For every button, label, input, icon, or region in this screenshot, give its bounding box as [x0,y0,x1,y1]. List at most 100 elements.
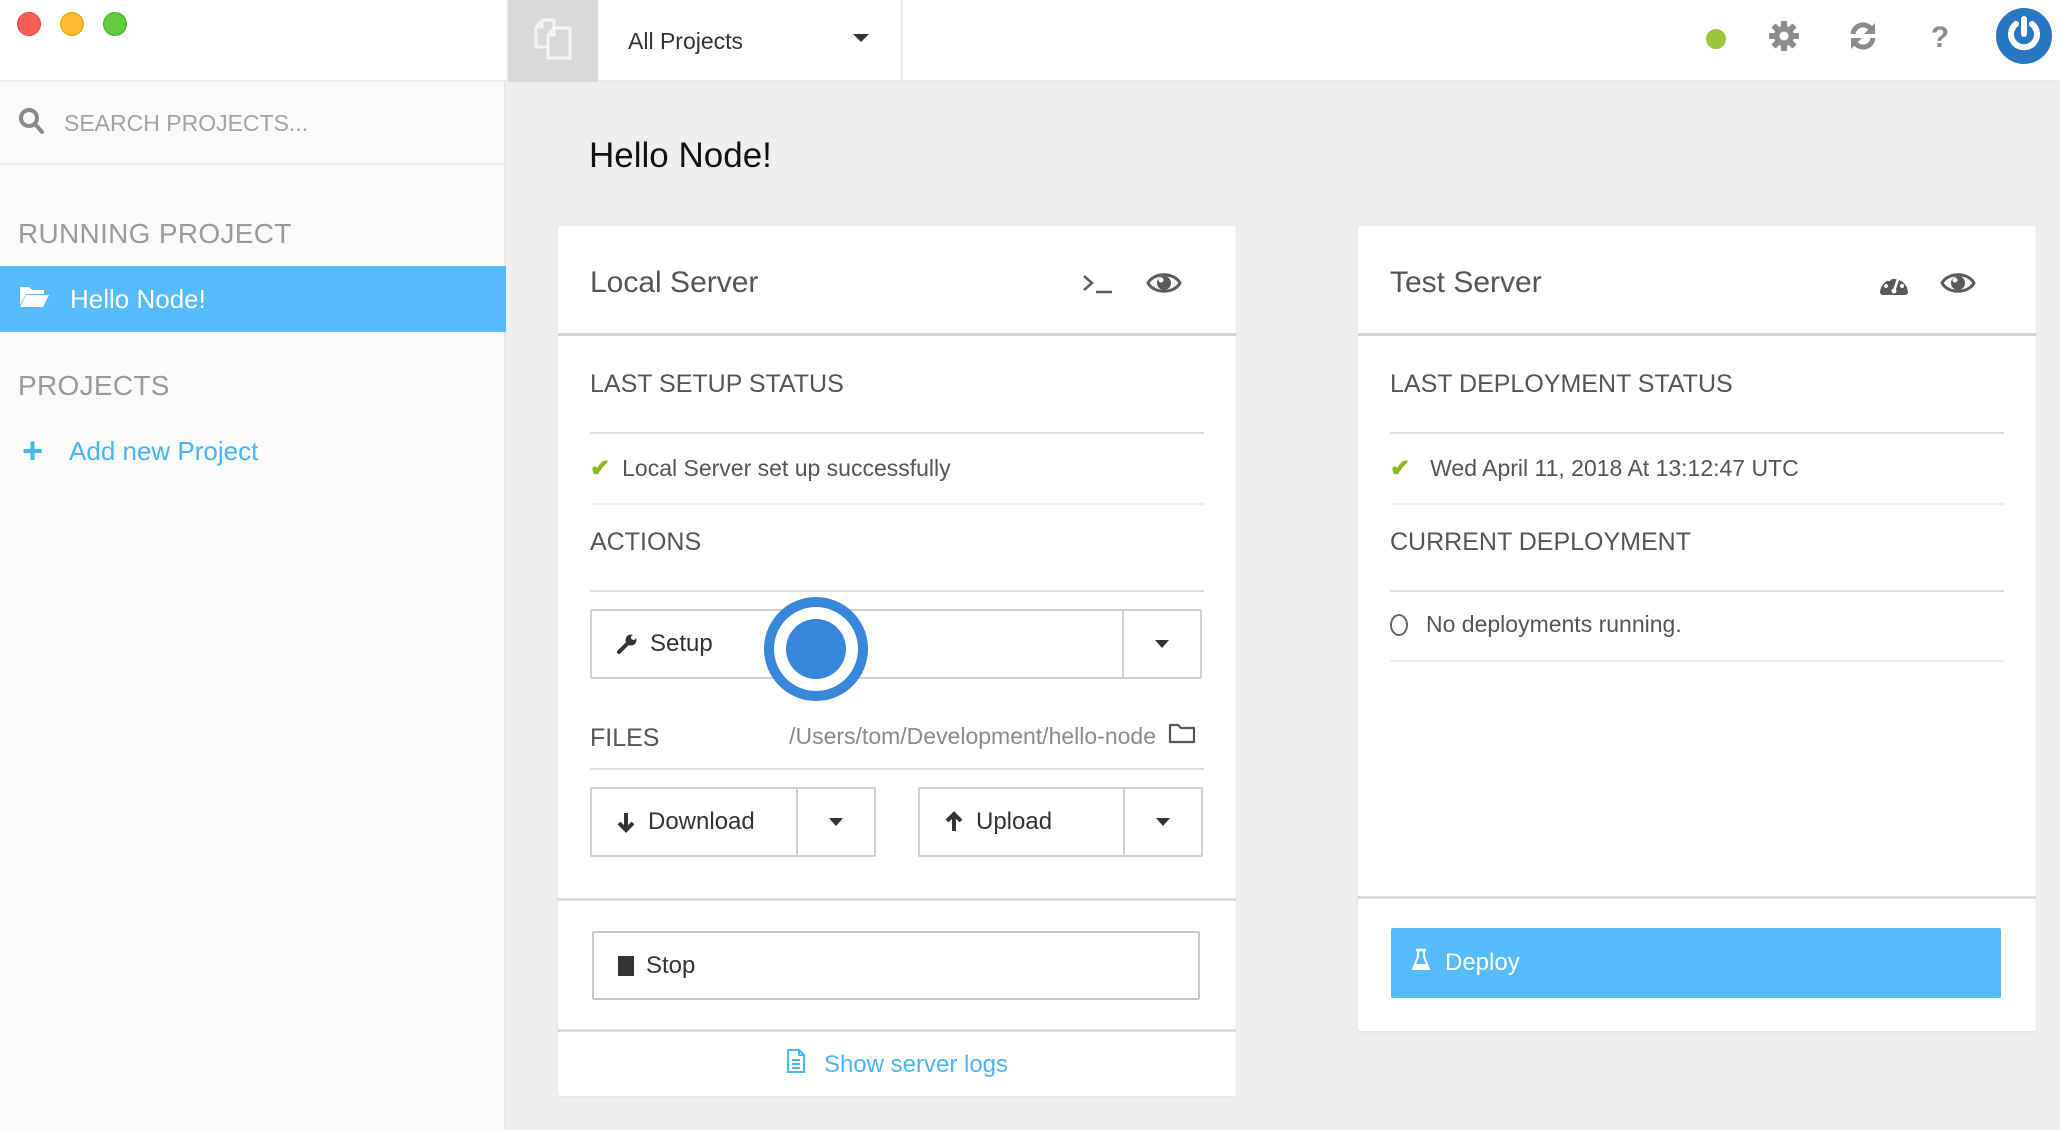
folder-icon [1156,722,1196,750]
power-button[interactable] [1996,8,2052,64]
divider [590,432,1204,434]
download-options-dropdown[interactable] [796,789,874,855]
terminal-icon [1081,271,1115,300]
last-deployment-status-heading: LAST DEPLOYMENT STATUS [1390,370,1733,398]
window-titlebar [0,0,506,82]
projects-toggle-button[interactable] [508,0,598,82]
last-setup-status-heading: LAST SETUP STATUS [590,370,844,398]
caret-down-icon [1155,640,1169,648]
divider [1390,660,2004,662]
setup-button-label: Setup [650,630,713,657]
projects-heading: PROJECTS [18,370,170,401]
checkmark-icon: ✔ [1390,455,1411,482]
files-heading: FILES [590,724,660,752]
upload-button-label: Upload [976,808,1053,835]
upload-button[interactable]: Upload [920,789,1123,855]
deploy-button-label: Deploy [1445,949,1520,976]
folder-open-icon [18,283,70,316]
add-new-project-link[interactable]: + Add new Project [22,433,258,469]
dashboard-icon [1878,269,1910,302]
test-server-dashboard-button[interactable] [1876,270,1912,300]
test-server-card-header: Test Server [1358,226,2036,336]
project-selector-dropdown[interactable]: All Projects [598,0,903,82]
local-server-view-button[interactable] [1146,270,1182,300]
divider [558,1029,1236,1032]
last-setup-status-text: Local Server set up successfully [622,455,951,481]
files-path-text: /Users/tom/Development/hello-node [789,722,1156,749]
eye-icon [1146,270,1182,301]
divider [558,898,1236,901]
circle-outline-icon [1390,613,1408,636]
connection-status-indicator [1706,29,1726,49]
window-maximize-button[interactable] [103,12,127,36]
divider [590,768,1204,770]
current-deployment-heading: CURRENT DEPLOYMENT [1390,528,1691,556]
sidebar: RUNNING PROJECT Hello Node! PROJECTS + A… [0,0,506,1130]
add-new-project-label: Add new Project [69,435,259,466]
chevron-down-icon [853,34,869,42]
stop-button[interactable]: Stop [592,931,1200,1000]
stop-button-label: Stop [646,951,696,979]
actions-heading: ACTIONS [590,528,702,556]
refresh-icon [1847,20,1879,57]
divider [1390,503,2004,505]
deploy-button[interactable]: Deploy [1391,928,2001,998]
flask-icon [1411,948,1445,979]
setup-button-group: Setup [590,609,1202,679]
plus-icon: + [22,430,44,471]
running-project-label: Hello Node! [70,283,206,314]
upload-button-group: Upload [918,787,1203,857]
wrench-icon [616,633,638,655]
document-icon [786,1048,824,1081]
caret-down-icon [829,818,843,826]
project-selector-value: All Projects [628,27,744,54]
caret-down-icon [1156,818,1170,826]
divider [1358,896,2036,899]
arrow-down-icon [616,811,636,833]
download-button-group: Download [590,787,876,857]
search-bar [0,83,506,165]
help-button[interactable]: ? [1922,20,1958,56]
refresh-button[interactable] [1845,20,1881,56]
gear-icon [1768,20,1800,57]
divider [1390,432,2004,434]
arrow-up-icon [944,811,964,833]
eye-icon [1940,270,1976,301]
search-projects-input[interactable] [64,109,464,137]
last-deployment-timestamp: Wed April 11, 2018 At 13:12:47 UTC [1430,455,1799,481]
download-button[interactable]: Download [592,789,796,855]
divider [1390,590,2004,592]
settings-button[interactable] [1766,20,1802,56]
show-server-logs-label: Show server logs [823,1050,1009,1078]
last-deployment-status: ✔ Wed April 11, 2018 At 13:12:47 UTC [1390,454,1799,483]
test-server-view-button[interactable] [1940,270,1976,300]
current-deployment-status: No deployments running. [1390,611,1682,638]
divider [590,590,1204,592]
power-icon [2004,14,2044,59]
click-indicator-dot [786,619,846,679]
stop-icon [618,955,634,976]
copy-files-icon [532,17,574,66]
current-deployment-text: No deployments running. [1426,611,1682,637]
upload-options-dropdown[interactable] [1123,789,1201,855]
local-server-title: Local Server [590,266,759,299]
window-minimize-button[interactable] [60,12,84,36]
divider [590,503,1204,505]
running-project-heading: RUNNING PROJECT [18,218,292,249]
test-server-card: Test Server LAST DEPLOYMENT STATUS ✔ Wed… [1358,226,2036,1031]
click-indicator [764,597,868,701]
test-server-title: Test Server [1390,266,1542,299]
top-bar: All Projects ? [508,0,2060,82]
files-path[interactable]: /Users/tom/Development/hello-node [789,722,1196,750]
open-terminal-button[interactable] [1080,270,1116,300]
show-server-logs-link[interactable]: Show server logs [558,1048,1236,1081]
download-button-label: Download [648,808,755,835]
sidebar-item-hello-node[interactable]: Hello Node! [0,266,506,332]
window-close-button[interactable] [17,12,41,36]
local-server-card: Local Server LAST SETUP STATUS ✔ Local S… [558,226,1236,1096]
question-mark-icon: ? [1930,21,1950,54]
local-server-card-header: Local Server [558,226,1236,336]
checkmark-icon: ✔ [590,455,611,482]
setup-options-dropdown[interactable] [1122,611,1200,677]
page-title: Hello Node! [589,136,772,175]
